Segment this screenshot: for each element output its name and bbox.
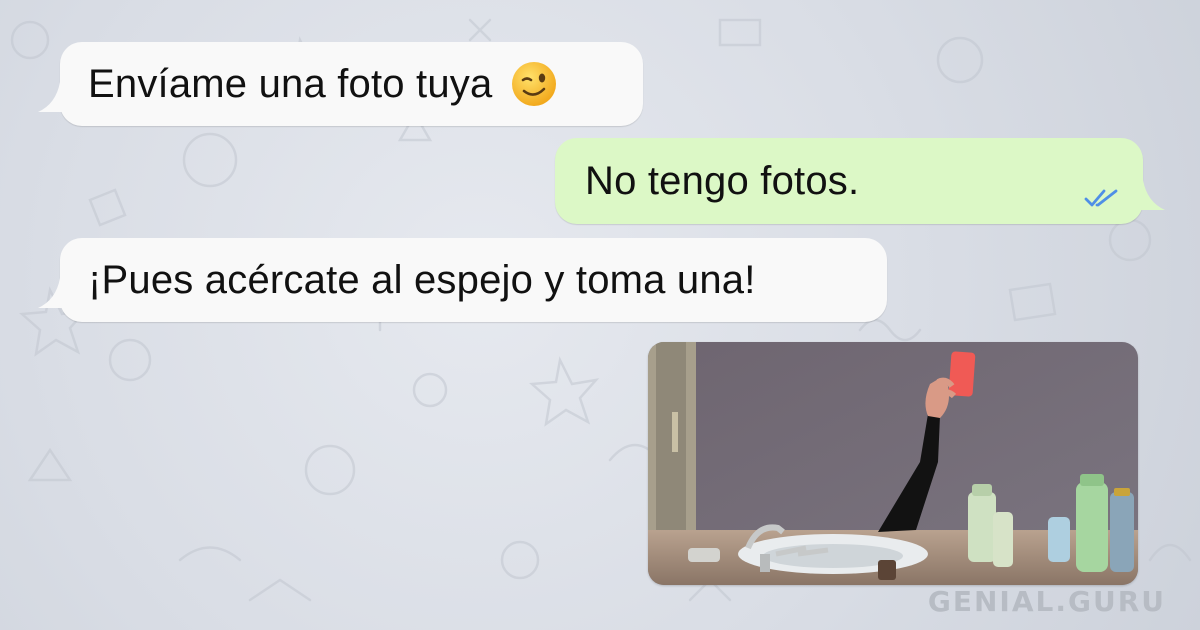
message-bubble-incoming[interactable]: ¡Pues acércate al espejo y toma una! (38, 238, 887, 322)
watermark-logo: GENIAL.GURU (927, 585, 1166, 618)
message-text: No tengo fotos. (585, 159, 860, 203)
message-bubble-outgoing[interactable]: No tengo fotos. (555, 138, 1165, 224)
bubble-tail (1135, 180, 1165, 210)
bubble-tail (38, 82, 68, 112)
read-double-check-icon (1084, 189, 1118, 207)
message-bubble-incoming[interactable]: Envíame una foto tuya (38, 42, 643, 126)
bubble-tail (38, 278, 68, 308)
winking-face-emoji-icon (512, 62, 557, 106)
mirror-selfie-photo (648, 342, 1138, 585)
photo-message[interactable] (648, 342, 1138, 585)
message-text: ¡Pues acércate al espejo y toma una! (88, 258, 756, 302)
message-text: Envíame una foto tuya (88, 62, 493, 106)
